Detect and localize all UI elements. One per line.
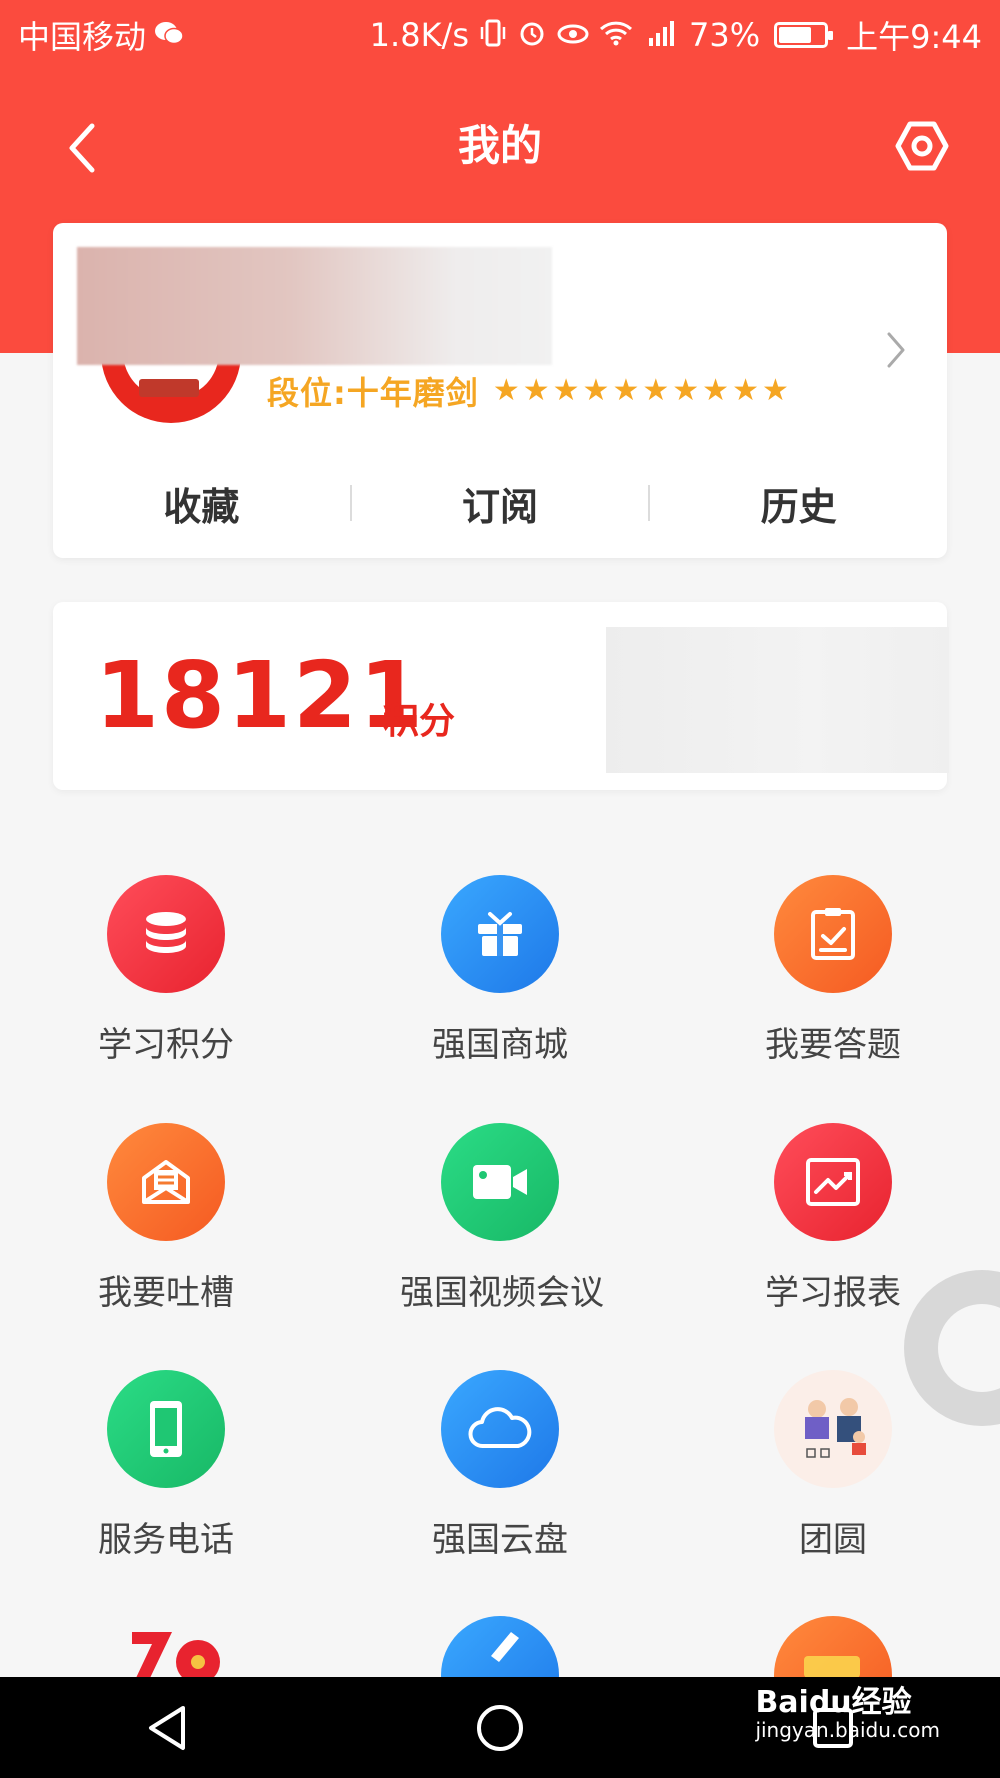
database-icon: [107, 875, 225, 993]
carrier-label: 中国移动: [18, 18, 147, 56]
star-icon: ★: [642, 373, 670, 408]
star-icon: ★: [522, 373, 550, 408]
settings-button[interactable]: [884, 106, 960, 186]
subscriptions-link[interactable]: 订阅: [352, 476, 649, 531]
points-unit: 积分: [383, 700, 456, 742]
watermark-brand: Baidu经验: [755, 1685, 912, 1720]
clock: 上午9:44: [846, 18, 982, 56]
star-icon: ★: [702, 373, 730, 408]
anniversary-70-icon: [132, 1632, 220, 1678]
star-icon: ★: [552, 373, 580, 408]
battery-icon: [774, 22, 834, 48]
grid-label: 服务电话: [98, 1520, 234, 1560]
grid-item-video-meeting[interactable]: 强国视频会议: [400, 1123, 604, 1314]
quick-links: 收藏 订阅 历史: [53, 468, 947, 538]
mail-open-icon: [107, 1123, 225, 1241]
star-icon: ★: [761, 373, 789, 408]
grid-item-report[interactable]: 学习报表: [733, 1123, 933, 1314]
wechat-icon: [154, 20, 184, 51]
rank-row: 段位:十年磨剑 ★ ★ ★ ★ ★ ★ ★ ★ ★ ★: [267, 368, 789, 414]
points-value: 18121: [95, 642, 426, 749]
family-illustration-icon: [774, 1370, 892, 1488]
profile-card[interactable]: 段位:十年磨剑 ★ ★ ★ ★ ★ ★ ★ ★ ★ ★ 收藏 订阅 历史: [53, 223, 947, 558]
network-speed: 1.8K/s: [369, 16, 469, 54]
history-link[interactable]: 历史: [650, 476, 947, 531]
rank-label: 段位:十年磨剑: [267, 374, 479, 412]
grid-label: 学习积分: [98, 1025, 234, 1065]
gear-icon: [895, 121, 949, 171]
profile-detail-button[interactable]: [881, 325, 911, 375]
chevron-right-icon: [887, 332, 905, 368]
watermark-url: jingyan.baidu.com: [755, 1718, 940, 1742]
nav-back-button[interactable]: [122, 1688, 212, 1768]
star-icon: ★: [492, 373, 520, 408]
gift-icon: [441, 875, 559, 993]
triangle-back-icon: [148, 1705, 185, 1750]
eye-icon: [557, 21, 589, 50]
grid-label: 强国商城: [432, 1025, 568, 1065]
rank-stars: ★ ★ ★ ★ ★ ★ ★ ★ ★ ★: [493, 376, 789, 406]
cloud-icon: [441, 1370, 559, 1488]
partial-item-anniversary[interactable]: [124, 1616, 242, 1678]
battery-percent: 73%: [689, 16, 761, 54]
pen-icon: [441, 1616, 559, 1678]
star-icon: ★: [672, 373, 700, 408]
baidu-watermark: Baidu经验 jingyan.baidu.com: [755, 1686, 940, 1741]
username-redacted: [77, 247, 552, 365]
points-banner-redacted: [606, 627, 949, 773]
grid-label: 我要答题: [765, 1025, 901, 1065]
star-icon: ★: [582, 373, 610, 408]
star-icon: ★: [732, 373, 759, 408]
favorites-link[interactable]: 收藏: [53, 476, 350, 531]
grid-label: 强国视频会议: [400, 1273, 604, 1313]
grid-item-feedback[interactable]: 我要吐槽: [66, 1123, 266, 1314]
video-camera-icon: [441, 1123, 559, 1241]
phone-icon: [107, 1370, 225, 1488]
status-bar: 中国移动 1.8K/s 73% 上午9:44: [0, 0, 1000, 70]
nav-home-button[interactable]: [455, 1688, 545, 1768]
partial-item-blue[interactable]: [441, 1616, 559, 1678]
grid-label: 我要吐槽: [98, 1273, 234, 1313]
app-root: 中国移动 1.8K/s 73% 上午9:44 我的 段位:十年磨剑 ★ ★ ★ …: [0, 0, 1000, 1778]
grid-item-quiz[interactable]: 我要答题: [733, 875, 933, 1066]
wifi-icon: [599, 19, 633, 52]
partial-item-gala[interactable]: [774, 1616, 892, 1678]
chart-report-icon: [774, 1123, 892, 1241]
points-card[interactable]: 18121 积分: [53, 602, 949, 790]
grid-item-reunion[interactable]: 团圆: [733, 1370, 933, 1561]
star-icon: ★: [612, 373, 640, 408]
spring-festival-icon: [774, 1616, 892, 1678]
grid-item-cloud-drive[interactable]: 强国云盘: [400, 1370, 600, 1561]
grid-item-study-points[interactable]: 学习积分: [66, 875, 266, 1066]
page-title: 我的: [457, 121, 542, 170]
vibrate-icon: [479, 18, 507, 53]
signal-icon: [643, 18, 679, 53]
clipboard-check-icon: [774, 875, 892, 993]
grid-label: 学习报表: [765, 1273, 901, 1313]
grid-label: 强国云盘: [432, 1520, 568, 1560]
grid-label: 团圆: [799, 1520, 867, 1560]
alarm-icon: [517, 18, 547, 53]
grid-item-mall[interactable]: 强国商城: [400, 875, 600, 1066]
grid-item-service-phone[interactable]: 服务电话: [66, 1370, 266, 1561]
circle-home-icon: [476, 1704, 523, 1751]
